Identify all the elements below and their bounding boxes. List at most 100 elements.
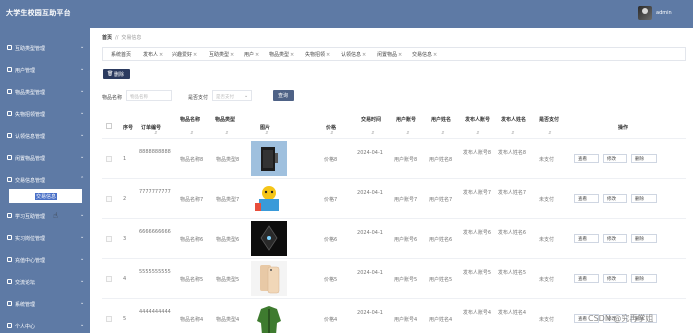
sidebar-subitem-transactions[interactable]: 交易信息 bbox=[9, 189, 82, 203]
edit-button[interactable]: 修改 bbox=[603, 154, 627, 163]
sort-icon[interactable]: ⇵ bbox=[265, 130, 268, 135]
tab-mutual-types[interactable]: 互助类型× bbox=[209, 51, 234, 58]
sort-icon[interactable]: ⇵ bbox=[154, 130, 157, 135]
header-date[interactable]: 交易时间 bbox=[361, 116, 381, 123]
sidebar-item-forum[interactable]: 交流论坛 ⌄ bbox=[0, 270, 90, 292]
delete-button[interactable]: 删除 bbox=[631, 234, 657, 243]
table-row: 1 8888888888 物品名称8 物品类型8 价格8 2024-04-1 用… bbox=[102, 138, 686, 178]
sidebar-item-claims[interactable]: 认领信息管理 ⌄ bbox=[0, 124, 90, 146]
gear-icon bbox=[7, 301, 12, 306]
header-user-name[interactable]: 用户姓名 bbox=[431, 116, 451, 123]
cell-price: 价格4 bbox=[324, 317, 338, 323]
box-icon bbox=[7, 89, 12, 94]
tab-home[interactable]: 系统首页 bbox=[111, 51, 131, 58]
sidebar-item-internships[interactable]: 实习岗位管理 ⌄ bbox=[0, 226, 90, 248]
avatar[interactable] bbox=[638, 6, 652, 20]
sort-icon[interactable]: ⇵ bbox=[548, 130, 551, 135]
row-checkbox[interactable] bbox=[106, 316, 112, 322]
sort-icon[interactable]: ⇵ bbox=[190, 130, 193, 135]
cell-date: 2024-04-1 bbox=[357, 190, 383, 196]
header-item-name[interactable]: 物品名称 bbox=[180, 116, 200, 123]
item-image-cartoon[interactable] bbox=[251, 181, 287, 216]
tab-item-types[interactable]: 物品类型× bbox=[269, 51, 294, 58]
sort-icon[interactable]: ⇵ bbox=[225, 130, 228, 135]
header-publisher-name[interactable]: 发布人姓名 bbox=[501, 116, 526, 123]
sidebar-item-lost-found[interactable]: 失物招领管理 ⌄ bbox=[0, 102, 90, 124]
header-paid[interactable]: 是否支付 bbox=[539, 116, 559, 123]
sort-icon[interactable]: ⇵ bbox=[441, 130, 444, 135]
view-button[interactable]: 查看 bbox=[574, 234, 599, 243]
batch-delete-button[interactable]: 🗑 删除 bbox=[103, 69, 130, 79]
delete-button[interactable]: 删除 bbox=[631, 274, 657, 283]
tab-idle-items[interactable]: 闲置物品× bbox=[377, 51, 402, 58]
header-item-type[interactable]: 物品类型 bbox=[215, 116, 235, 123]
tab-transactions[interactable]: 交易信息× bbox=[412, 51, 437, 58]
search-paid-label: 是否支付 bbox=[188, 95, 209, 101]
edit-button[interactable]: 修改 bbox=[603, 274, 627, 283]
sort-icon[interactable]: ⇵ bbox=[511, 130, 514, 135]
tab-lost-found[interactable]: 失物招领× bbox=[305, 51, 330, 58]
cell-item-name: 物品名称4 bbox=[180, 317, 204, 323]
close-icon[interactable]: × bbox=[362, 52, 366, 58]
sidebar-item-users[interactable]: 用户管理 ⌄ bbox=[0, 58, 90, 80]
cell-order: 4444444444 bbox=[139, 309, 171, 315]
sidebar-item-item-types[interactable]: 物品类型管理 ⌄ bbox=[0, 80, 90, 102]
item-image-speaker[interactable] bbox=[251, 141, 287, 176]
row-checkbox[interactable] bbox=[106, 236, 112, 242]
main-content: 首页//交易信息 系统首页 发布人× 兴趣爱好× 互助类型× 用户× 物品类型×… bbox=[90, 28, 693, 333]
view-button[interactable]: 查看 bbox=[574, 194, 599, 203]
view-button[interactable]: 查看 bbox=[574, 274, 599, 283]
tab-publisher[interactable]: 发布人× bbox=[143, 51, 163, 58]
cell-item-name: 物品名称8 bbox=[180, 157, 204, 163]
row-checkbox[interactable] bbox=[106, 156, 112, 162]
close-icon[interactable]: × bbox=[290, 52, 294, 58]
row-checkbox[interactable] bbox=[106, 196, 112, 202]
search-icon bbox=[7, 111, 12, 116]
tab-users[interactable]: 用户× bbox=[244, 51, 259, 58]
item-image-device[interactable] bbox=[251, 221, 287, 256]
sidebar-item-system[interactable]: 系统管理 ⌄ bbox=[0, 292, 90, 314]
sort-icon[interactable]: ⇵ bbox=[371, 130, 374, 135]
username-label[interactable]: admin bbox=[656, 10, 672, 16]
header-user-account[interactable]: 用户账号 bbox=[396, 116, 416, 123]
delete-button[interactable]: 删除 bbox=[631, 194, 657, 203]
sidebar-item-profile[interactable]: 个人中心 ⌄ bbox=[0, 314, 90, 333]
chevron-down-icon: ⌄ bbox=[80, 66, 85, 72]
close-icon[interactable]: × bbox=[255, 52, 259, 58]
sort-icon[interactable]: ⇵ bbox=[406, 130, 409, 135]
sidebar-item-transactions[interactable]: 交易信息管理 ⌃ bbox=[0, 168, 90, 190]
sort-icon[interactable]: ⇵ bbox=[476, 130, 479, 135]
cell-item-type: 物品类型4 bbox=[216, 317, 240, 323]
item-name-input[interactable]: 物品名称 bbox=[126, 90, 172, 101]
breadcrumb-home[interactable]: 首页 bbox=[102, 35, 112, 41]
grid-icon bbox=[7, 45, 12, 50]
tab-claims[interactable]: 认领信息× bbox=[341, 51, 366, 58]
sidebar-item-mutual-types[interactable]: 互助类型管理 ⌄ bbox=[0, 36, 90, 58]
close-icon[interactable]: × bbox=[326, 52, 330, 58]
sidebar-item-recharge[interactable]: 充值中心管理 ⌄ bbox=[0, 248, 90, 270]
item-image-phone[interactable] bbox=[251, 261, 287, 296]
top-bar: 大学生校园互助平台 admin bbox=[0, 0, 693, 28]
close-icon[interactable]: × bbox=[230, 52, 234, 58]
tab-hobbies[interactable]: 兴趣爱好× bbox=[172, 51, 197, 58]
close-icon[interactable]: × bbox=[433, 52, 437, 58]
edit-button[interactable]: 修改 bbox=[603, 234, 627, 243]
sidebar-item-study[interactable]: 学习互助管理 ⌄ bbox=[0, 204, 90, 226]
row-checkbox[interactable] bbox=[106, 276, 112, 282]
cell-paid: 未支付 bbox=[539, 277, 555, 283]
search-button[interactable]: 查询 bbox=[273, 90, 294, 101]
header-publisher-account[interactable]: 发布人账号 bbox=[465, 116, 490, 123]
delete-button[interactable]: 删除 bbox=[631, 154, 657, 163]
header-order-no[interactable]: 订单编号 bbox=[141, 124, 161, 131]
sidebar-item-idle-items[interactable]: 闲置物品管理 ⌄ bbox=[0, 146, 90, 168]
select-all-checkbox[interactable] bbox=[106, 123, 112, 129]
sort-icon[interactable]: ⇵ bbox=[330, 130, 333, 135]
view-button[interactable]: 查看 bbox=[574, 154, 599, 163]
item-image-jacket[interactable] bbox=[251, 301, 287, 333]
close-icon[interactable]: × bbox=[193, 52, 197, 58]
close-icon[interactable]: × bbox=[159, 52, 163, 58]
close-icon[interactable]: × bbox=[398, 52, 402, 58]
edit-button[interactable]: 修改 bbox=[603, 194, 627, 203]
cell-price: 价格7 bbox=[324, 197, 338, 203]
user-icon bbox=[7, 67, 12, 72]
